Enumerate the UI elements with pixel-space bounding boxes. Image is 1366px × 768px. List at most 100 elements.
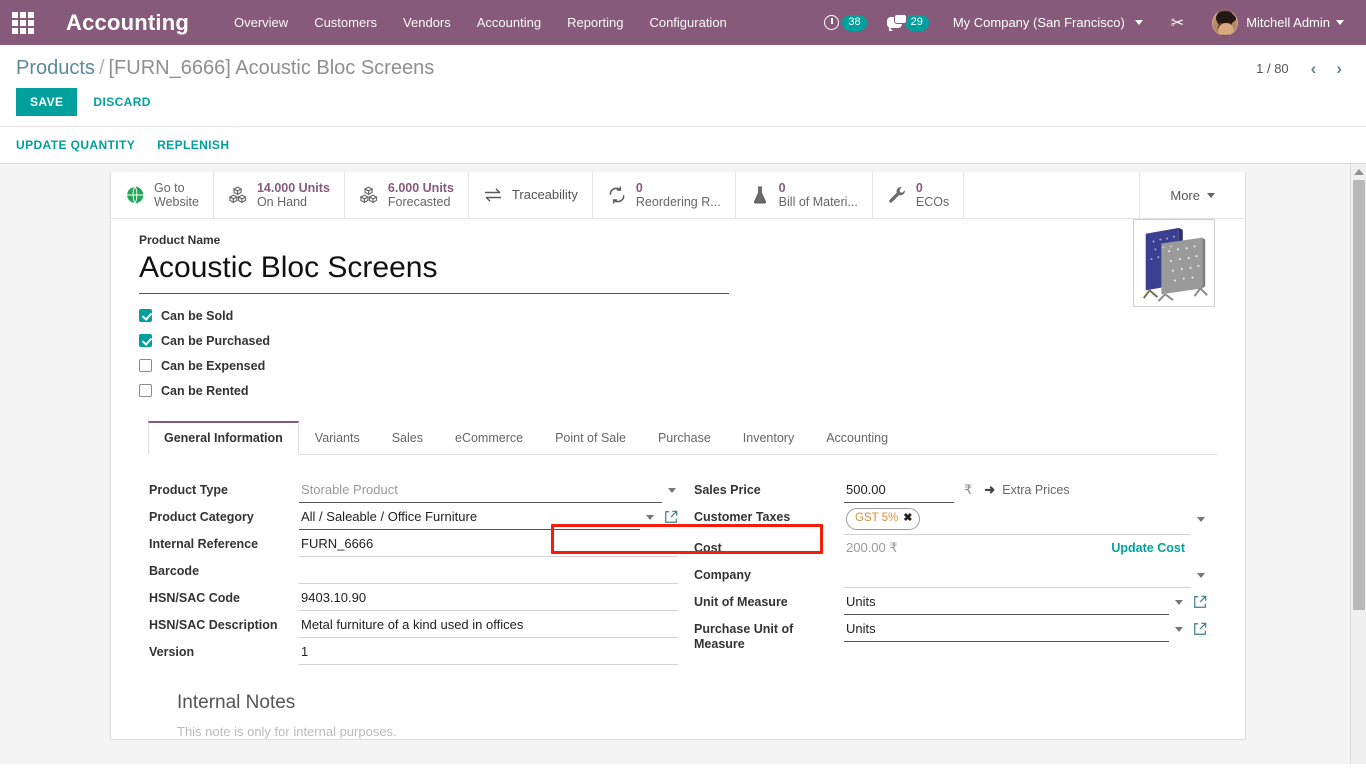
record-buttons-row: SAVE DISCARD <box>0 80 1366 126</box>
input-hsn-sac-description[interactable]: Metal furniture of a kind used in office… <box>299 612 678 638</box>
label-internal-reference: Internal Reference <box>149 537 259 551</box>
user-menu[interactable]: Mitchell Admin <box>1202 9 1354 36</box>
tab-inventory[interactable]: Inventory <box>727 421 810 455</box>
checkbox-can-be-rented[interactable] <box>139 384 152 397</box>
chevron-down-icon[interactable] <box>1175 599 1183 605</box>
label-customer-taxes: Customer Taxes <box>694 510 791 524</box>
checkbox-row-can-be-rented[interactable]: Can be Rented <box>139 378 1217 403</box>
input-sales-price[interactable]: 500.00 <box>844 477 954 503</box>
label-hsn-sac-code: HSN/SAC Code <box>149 591 240 605</box>
input-hsn-sac-code[interactable]: 9403.10.90 <box>299 585 678 611</box>
discard-button[interactable]: DISCARD <box>83 88 160 116</box>
record-pager: 1 / 80 ‹ › <box>1256 60 1350 77</box>
menu-item-vendors[interactable]: Vendors <box>390 0 464 45</box>
smart-button-on-hand[interactable]: 14.000 Units On Hand <box>214 172 345 218</box>
external-link-icon[interactable] <box>1193 595 1207 609</box>
chevron-down-icon[interactable] <box>1197 517 1205 522</box>
field-unit-of-measure: Unit of Measure Units <box>694 589 1207 616</box>
apps-menu-button[interactable] <box>0 0 46 45</box>
breadcrumb-row: Products / [FURN_6666] Acoustic Bloc Scree… <box>0 45 1366 80</box>
tab-purchase[interactable]: Purchase <box>642 421 727 455</box>
input-product-type[interactable]: Storable Product <box>299 477 662 503</box>
smart-button-ecos[interactable]: 0 ECOs <box>873 172 965 218</box>
top-navbar: Accounting Overview Customers Vendors Ac… <box>0 0 1366 45</box>
reordering-rules-value: 0 <box>635 181 643 195</box>
chevron-down-icon[interactable] <box>1175 626 1183 632</box>
breadcrumb-root-link[interactable]: Products <box>16 57 95 79</box>
tab-point-of-sale[interactable]: Point of Sale <box>539 421 642 455</box>
pager-previous-button[interactable]: ‹ <box>1303 60 1325 77</box>
smart-button-reordering-rules[interactable]: 0 Reordering R... <box>593 172 736 218</box>
tab-variants[interactable]: Variants <box>299 421 376 455</box>
update-quantity-button[interactable]: UPDATE QUANTITY <box>16 138 135 152</box>
extra-prices-link[interactable]: ➜ Extra Prices <box>984 482 1069 498</box>
input-version[interactable]: 1 <box>299 639 678 665</box>
product-name-label: Product Name <box>139 233 221 247</box>
traceability-label: Traceability <box>511 187 578 202</box>
label-unit-of-measure: Unit of Measure <box>694 595 788 609</box>
input-internal-reference[interactable]: FURN_6666 <box>299 531 678 557</box>
external-link-icon[interactable] <box>1193 622 1207 636</box>
smart-buttons-more-dropdown[interactable]: More <box>1139 172 1245 218</box>
replenish-button[interactable]: REPLENISH <box>157 138 229 152</box>
smart-button-traceability[interactable]: Traceability <box>469 172 593 218</box>
user-name-label: Mitchell Admin <box>1246 15 1330 30</box>
menu-item-customers[interactable]: Customers <box>301 0 390 45</box>
value-cost: 200.00 ₹ <box>846 540 898 555</box>
tab-general-information[interactable]: General Information <box>148 421 299 455</box>
menu-item-overview[interactable]: Overview <box>221 0 301 45</box>
checkbox-can-be-purchased[interactable] <box>139 334 152 347</box>
smart-button-text: 0 ECOs <box>916 181 949 209</box>
checkbox-row-can-be-purchased[interactable]: Can be Purchased <box>139 328 1217 353</box>
external-link-icon[interactable] <box>664 510 678 524</box>
company-switcher[interactable]: My Company (San Francisco) <box>939 15 1153 30</box>
chevron-down-icon[interactable] <box>668 487 676 493</box>
internal-notes-placeholder[interactable]: This note is only for internal purposes. <box>177 724 1179 739</box>
checkbox-row-can-be-expensed[interactable]: Can be Expensed <box>139 353 1217 378</box>
bill-of-materials-value: 0 <box>778 181 786 195</box>
input-unit-of-measure[interactable]: Units <box>844 589 1169 615</box>
tax-tag-gst-5[interactable]: GST 5% ✖ <box>846 508 921 530</box>
smart-button-bill-of-materials[interactable]: 0 Bill of Materi... <box>736 172 873 218</box>
form-column-left: Product Type Storable Product Product Ca… <box>149 477 678 666</box>
clock-icon <box>824 15 840 30</box>
field-version: Version 1 <box>149 639 678 666</box>
update-cost-link[interactable]: Update Cost <box>1111 541 1185 555</box>
pager-count: 1 / 80 <box>1256 61 1289 76</box>
input-barcode[interactable] <box>299 558 678 584</box>
smart-button-text: 0 Bill of Materi... <box>779 181 858 209</box>
smart-button-forecasted[interactable]: 6.000 Units Forecasted <box>345 172 469 218</box>
chevron-down-icon[interactable] <box>1197 572 1205 578</box>
pager-next-button[interactable]: › <box>1328 60 1350 77</box>
tax-tag-remove-icon[interactable]: ✖ <box>903 510 912 527</box>
vertical-scrollbar[interactable] <box>1350 164 1366 764</box>
field-hsn-sac-description: HSN/SAC Description Metal furniture of a… <box>149 612 678 639</box>
tab-sales[interactable]: Sales <box>376 421 439 455</box>
developer-tools-button[interactable]: ✂︎ <box>1153 13 1202 33</box>
checkbox-can-be-sold[interactable] <box>139 309 152 322</box>
input-product-category[interactable]: All / Saleable / Office Furniture <box>299 504 640 530</box>
chevron-down-icon[interactable] <box>646 514 654 520</box>
activities-button[interactable]: 38 <box>814 14 876 31</box>
tab-ecommerce[interactable]: eCommerce <box>439 421 539 455</box>
scroll-up-arrow-icon[interactable] <box>1353 169 1364 175</box>
checkbox-can-be-expensed[interactable] <box>139 359 152 372</box>
menu-item-accounting[interactable]: Accounting <box>464 0 554 45</box>
menu-item-configuration[interactable]: Configuration <box>636 0 739 45</box>
smart-button-text: Go to Website <box>154 181 199 209</box>
messages-button[interactable]: 29 <box>877 14 939 31</box>
save-button[interactable]: SAVE <box>16 88 78 116</box>
product-image[interactable] <box>1133 219 1215 307</box>
label-can-be-expensed: Can be Expensed <box>161 358 266 373</box>
input-customer-taxes[interactable]: GST 5% ✖ <box>844 504 1191 535</box>
menu-item-reporting[interactable]: Reporting <box>554 0 636 45</box>
checkbox-row-can-be-sold[interactable]: Can be Sold <box>139 303 1217 328</box>
smart-button-go-to-website[interactable]: Go to Website <box>111 172 214 218</box>
scrollbar-thumb[interactable] <box>1353 180 1365 610</box>
product-name-input[interactable]: Acoustic Bloc Screens <box>139 249 729 294</box>
smart-buttons-bar: Go to Website 14.000 Units On Hand 6.000… <box>111 172 1245 219</box>
tab-accounting[interactable]: Accounting <box>810 421 904 455</box>
input-company[interactable] <box>844 562 1191 588</box>
field-barcode: Barcode <box>149 558 678 585</box>
input-purchase-unit-of-measure[interactable]: Units <box>844 616 1169 642</box>
